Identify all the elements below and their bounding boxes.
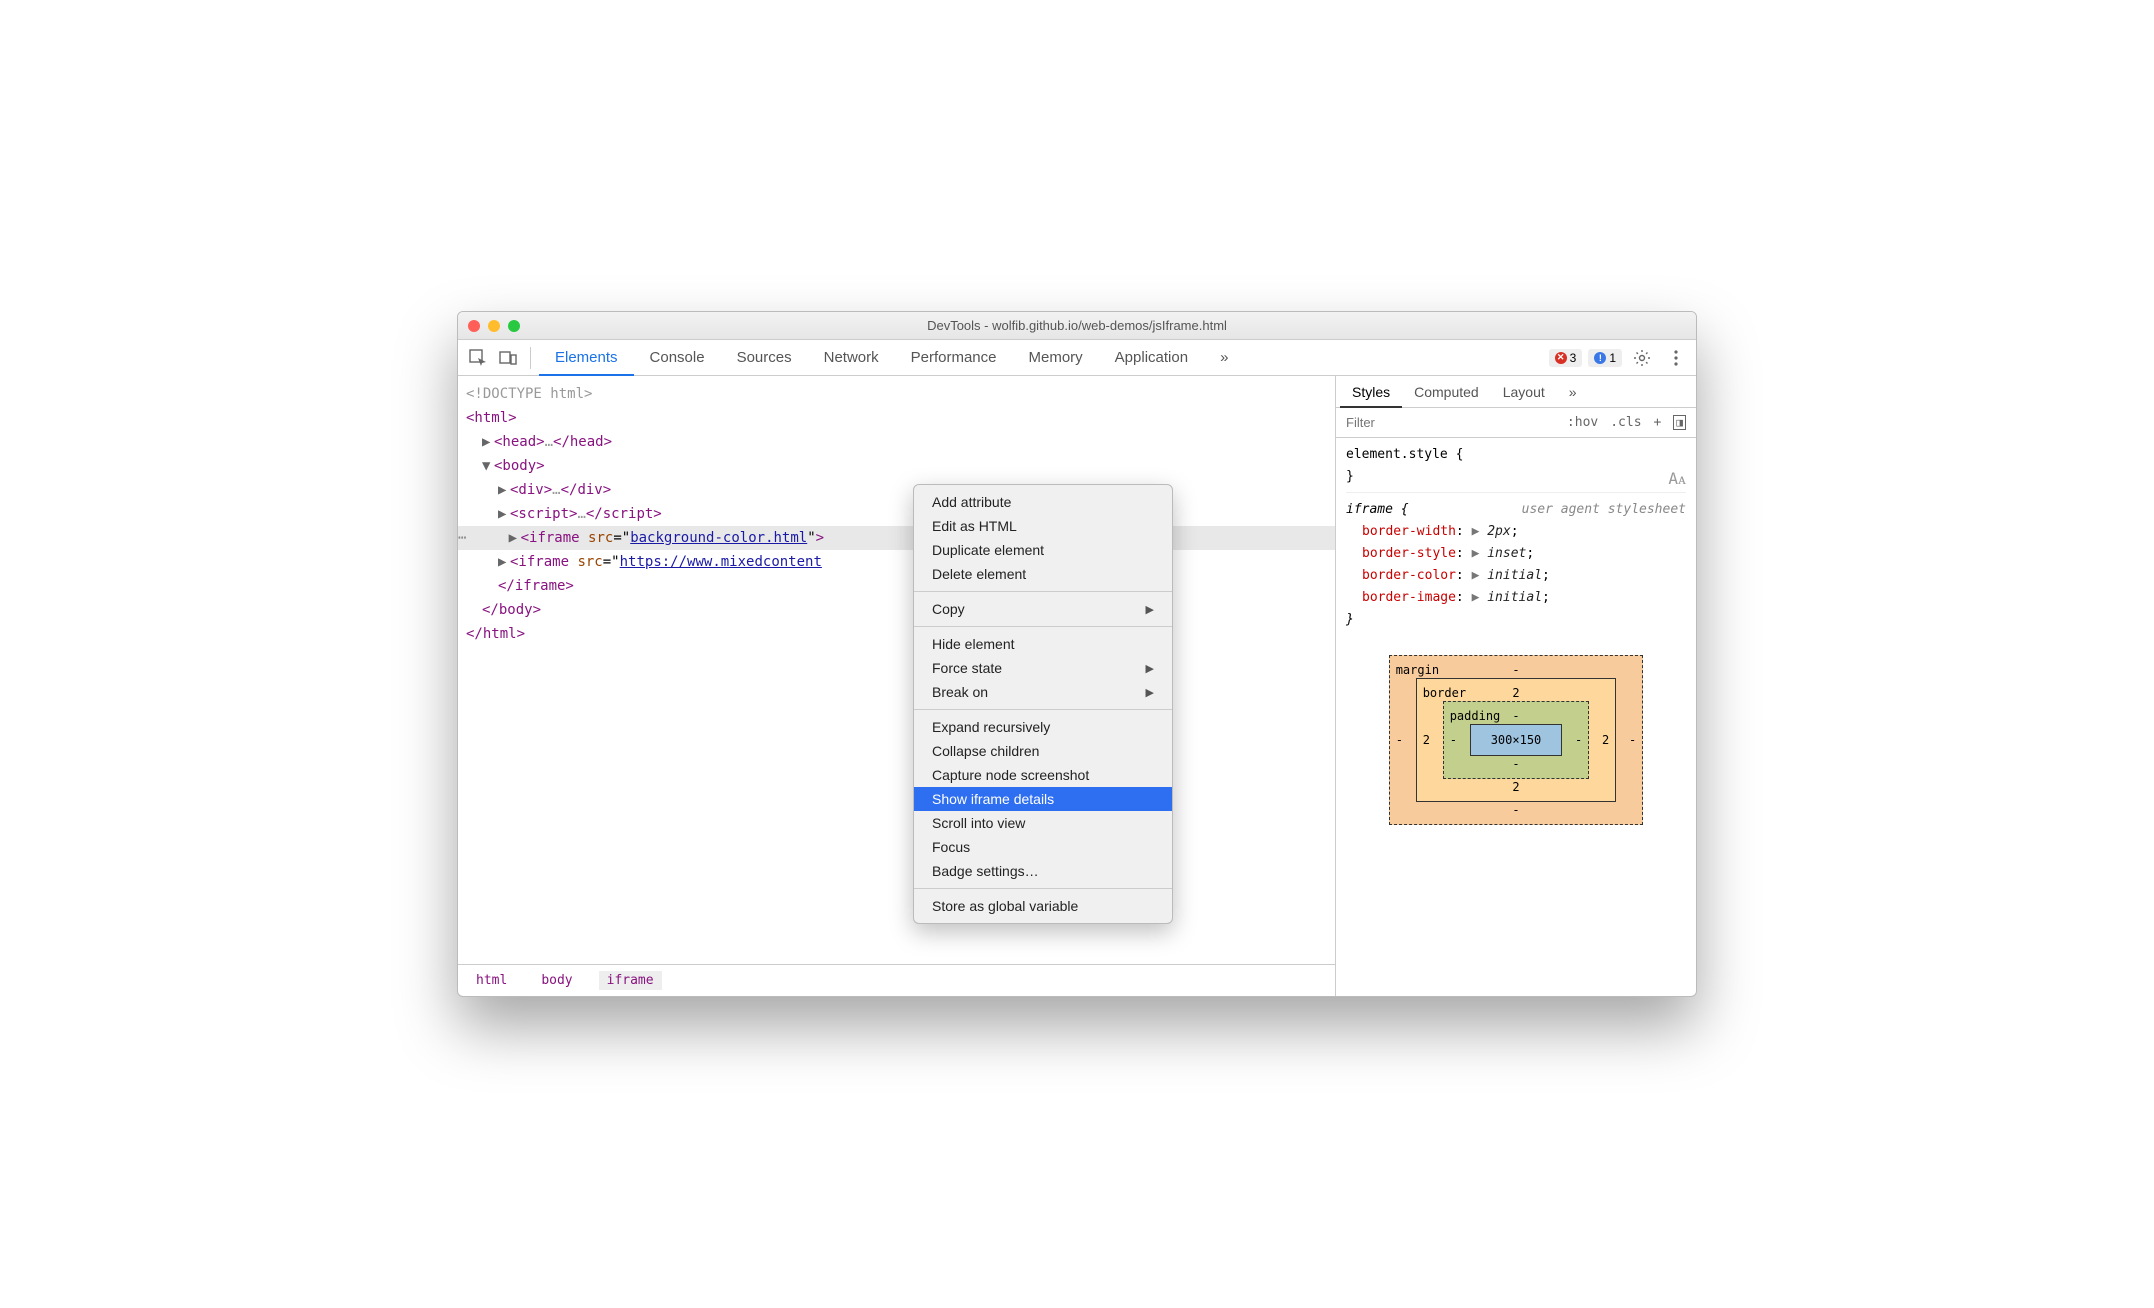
styles-filter-row: :hov .cls + ◨ [1336, 408, 1696, 438]
dom-breadcrumb: html body iframe [458, 964, 1335, 996]
ctx-store-as-global[interactable]: Store as global variable [914, 894, 1172, 918]
iframe2-src[interactable]: https://www.mixedcontent [620, 554, 822, 570]
breadcrumb-body[interactable]: body [533, 971, 580, 990]
styles-filter-input[interactable] [1336, 408, 1532, 437]
ctx-sep [914, 591, 1172, 592]
ctx-collapse-children[interactable]: Collapse children [914, 739, 1172, 763]
cls-toggle[interactable]: .cls [1610, 415, 1641, 430]
styles-tabs: Styles Computed Layout » [1336, 376, 1696, 408]
device-toolbar-icon[interactable] [494, 344, 522, 372]
ctx-hide-element[interactable]: Hide element [914, 632, 1172, 656]
ctx-badge-settings[interactable]: Badge settings… [914, 859, 1172, 883]
ctx-add-attribute[interactable]: Add attribute [914, 490, 1172, 514]
ctx-scroll-into-view[interactable]: Scroll into view [914, 811, 1172, 835]
tab-application[interactable]: Application [1099, 340, 1204, 376]
ctx-sep [914, 888, 1172, 889]
error-count: 3 [1570, 351, 1577, 365]
issue-count: 1 [1609, 351, 1616, 365]
ctx-break-on[interactable]: Break on▶ [914, 680, 1172, 704]
styles-rules: element.style { } Aᴀ user agent styleshe… [1336, 438, 1696, 996]
errors-badge[interactable]: ✕3 [1549, 349, 1583, 367]
tab-memory[interactable]: Memory [1013, 340, 1099, 376]
more-menu-icon[interactable] [1662, 344, 1690, 372]
ctx-copy[interactable]: Copy▶ [914, 597, 1172, 621]
context-menu: Add attribute Edit as HTML Duplicate ele… [913, 484, 1173, 924]
issues-badge[interactable]: !1 [1588, 349, 1622, 367]
breadcrumb-html[interactable]: html [468, 971, 515, 990]
ctx-duplicate-element[interactable]: Duplicate element [914, 538, 1172, 562]
toolbar-divider [530, 347, 531, 369]
elements-dom-pane: <!DOCTYPE html> <html> ▶<head>…</head> ▼… [458, 376, 1336, 996]
tabs-overflow-icon[interactable]: » [1204, 340, 1244, 376]
styles-tab-styles[interactable]: Styles [1340, 376, 1402, 408]
rule-source: user agent stylesheet [1522, 499, 1686, 521]
titlebar: DevTools - wolfib.github.io/web-demos/js… [458, 312, 1696, 340]
rule-iframe[interactable]: user agent stylesheetiframe { border-wid… [1346, 499, 1686, 635]
ctx-edit-as-html[interactable]: Edit as HTML [914, 514, 1172, 538]
font-size-icon[interactable]: Aᴀ [1668, 468, 1686, 490]
ctx-force-state[interactable]: Force state▶ [914, 656, 1172, 680]
main-toolbar: Elements Console Sources Network Perform… [458, 340, 1696, 376]
ctx-sep [914, 626, 1172, 627]
ctx-show-iframe-details[interactable]: Show iframe details [914, 787, 1172, 811]
tab-performance[interactable]: Performance [895, 340, 1013, 376]
ctx-expand-recursively[interactable]: Expand recursively [914, 715, 1172, 739]
panel-tabs: Elements Console Sources Network Perform… [539, 340, 1244, 376]
main-panel: <!DOCTYPE html> <html> ▶<head>…</head> ▼… [458, 376, 1696, 996]
sidebar-toggle-icon[interactable]: ◨ [1673, 415, 1686, 430]
styles-pane: Styles Computed Layout » :hov .cls + ◨ e… [1336, 376, 1696, 996]
rule-element-style[interactable]: element.style { } Aᴀ [1346, 444, 1686, 493]
iframe1-src[interactable]: background-color.html [630, 530, 807, 546]
ctx-sep [914, 709, 1172, 710]
tab-sources[interactable]: Sources [721, 340, 808, 376]
box-model-diagram[interactable]: margin - - - - border 2 2 2 2 padding [1346, 655, 1686, 825]
styles-tab-computed[interactable]: Computed [1402, 376, 1491, 408]
dom-doctype: <!DOCTYPE html> [466, 386, 592, 402]
dom-selected-line[interactable]: ⋯ ▶<iframe src="background-color.html"> [458, 526, 1335, 550]
dom-tree[interactable]: <!DOCTYPE html> <html> ▶<head>…</head> ▼… [458, 376, 1335, 964]
inspect-element-icon[interactable] [464, 344, 492, 372]
hov-toggle[interactable]: :hov [1567, 415, 1598, 430]
window-title: DevTools - wolfib.github.io/web-demos/js… [458, 318, 1696, 333]
styles-tab-layout[interactable]: Layout [1491, 376, 1557, 408]
styles-tab-overflow-icon[interactable]: » [1557, 376, 1589, 408]
ctx-capture-node-screenshot[interactable]: Capture node screenshot [914, 763, 1172, 787]
box-model-content: 300×150 [1470, 724, 1563, 756]
toolbar-right: ✕3 !1 [1549, 344, 1690, 372]
tab-network[interactable]: Network [808, 340, 895, 376]
ctx-delete-element[interactable]: Delete element [914, 562, 1172, 586]
new-rule-button[interactable]: + [1654, 415, 1662, 430]
breadcrumb-iframe[interactable]: iframe [599, 971, 662, 990]
settings-icon[interactable] [1628, 344, 1656, 372]
tab-elements[interactable]: Elements [539, 340, 634, 376]
tab-console[interactable]: Console [634, 340, 721, 376]
ctx-focus[interactable]: Focus [914, 835, 1172, 859]
devtools-window: DevTools - wolfib.github.io/web-demos/js… [457, 311, 1697, 997]
